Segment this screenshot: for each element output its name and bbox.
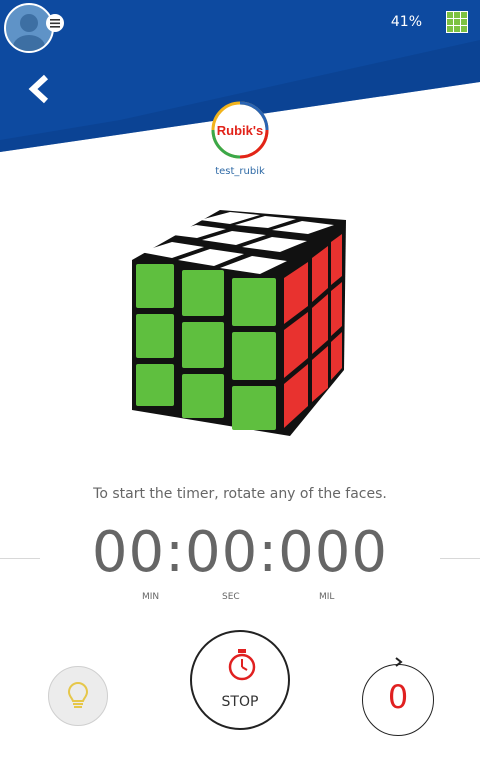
logo-text: Rubik's (217, 123, 263, 138)
username-label: test_rubik (215, 166, 265, 177)
stopwatch-icon (228, 649, 256, 681)
move-count: 0 (387, 678, 409, 716)
back-button[interactable] (26, 74, 52, 104)
stop-button[interactable]: STOP (190, 630, 290, 730)
timer-unit-sec: SEC (222, 592, 240, 602)
timer-display: 00:00:000 (91, 520, 389, 585)
move-counter-button[interactable]: 0 (362, 664, 434, 736)
battery-indicator: 41% (390, 14, 422, 30)
undo-arrow-icon (395, 657, 403, 667)
menu-icon (50, 19, 60, 28)
menu-button[interactable] (46, 14, 64, 32)
grid-icon[interactable] (446, 11, 468, 33)
chevron-left-icon (28, 74, 49, 104)
stop-label: STOP (221, 694, 259, 710)
hint-button[interactable] (48, 666, 108, 726)
timer-unit-mil: MIL (319, 592, 335, 602)
rubiks-logo: Rubik's (211, 101, 269, 159)
instructions-text: To start the timer, rotate any of the fa… (93, 486, 387, 502)
rubiks-cube-3d[interactable] (120, 200, 360, 440)
lightbulb-icon (67, 681, 89, 708)
timer-unit-min: MIN (142, 592, 160, 602)
